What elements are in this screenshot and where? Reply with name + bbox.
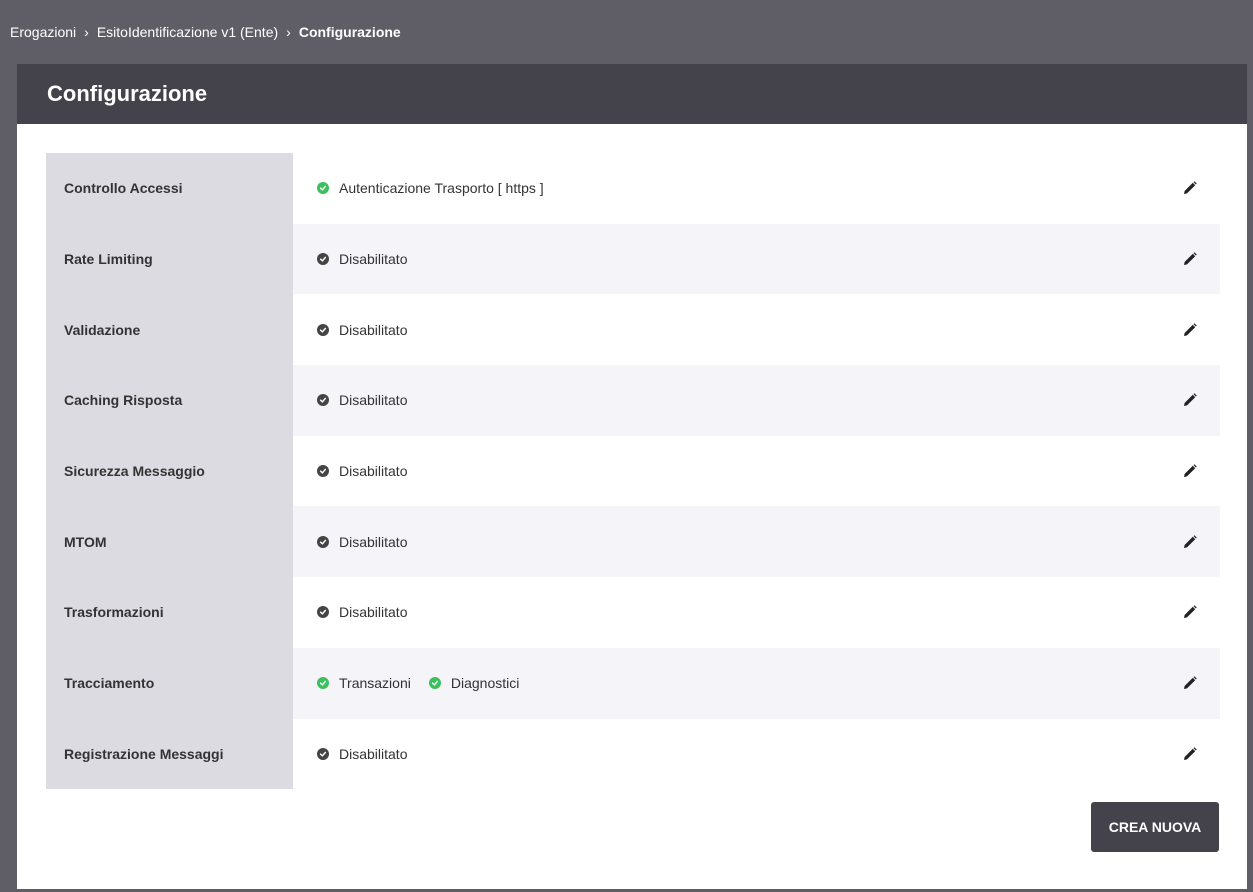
status-item: Disabilitato [317, 251, 407, 267]
status-text: Transazioni [339, 675, 411, 692]
pencil-icon[interactable] [1182, 675, 1198, 691]
status-item: Disabilitato [317, 604, 407, 620]
check-circle-icon [317, 394, 329, 407]
status-item: Disabilitato [317, 534, 407, 550]
pencil-icon[interactable] [1182, 746, 1198, 762]
status-item: Disabilitato [317, 463, 407, 479]
row-label: Caching Risposta [46, 365, 293, 436]
breadcrumb-separator: › [286, 24, 291, 40]
pencil-icon[interactable] [1182, 322, 1198, 338]
table-row: Controllo Accessi Autenticazione Trasport… [46, 153, 1220, 224]
status-item: Disabilitato [317, 746, 407, 762]
row-value: Disabilitato [293, 435, 1220, 507]
row-label: Tracciamento [46, 647, 293, 719]
row-value: Disabilitato [293, 718, 1220, 790]
status-text: Diagnostici [450, 675, 520, 692]
status-item: Disabilitato [317, 322, 407, 338]
breadcrumb-item-erogazioni[interactable]: Erogazioni [10, 24, 76, 40]
row-value: Transazioni Diagnostici [293, 647, 1220, 719]
check-circle-icon [317, 182, 329, 195]
breadcrumb-current: Configurazione [298, 24, 401, 40]
row-value: Autenticazione Trasporto [ https ] [293, 153, 1220, 224]
status-text: Disabilitato [339, 251, 408, 268]
row-label: Controllo Accessi [46, 153, 293, 224]
check-circle-icon [317, 535, 329, 548]
status-text: Disabilitato [339, 745, 408, 762]
check-circle-icon [317, 323, 329, 336]
breadcrumb: Erogazioni › EsitoIdentificazione v1 (En… [0, 0, 1253, 64]
row-label: Rate Limiting [46, 223, 293, 295]
pencil-icon[interactable] [1182, 392, 1198, 408]
table-row: Rate Limiting Disabilitato [46, 223, 1220, 295]
row-value: Disabilitato [293, 223, 1220, 295]
row-label: Sicurezza Messaggio [46, 435, 293, 507]
table-row: Sicurezza Messaggio Disabilitato [46, 435, 1220, 507]
table-row: Tracciamento Transazioni Diagnostici [46, 647, 1220, 719]
create-new-button[interactable]: CREA NUOVA [1091, 802, 1219, 852]
breadcrumb-item-api[interactable]: EsitoIdentificazione v1 (Ente) [97, 24, 278, 40]
table-row: Trasformazioni Disabilitato [46, 577, 1220, 648]
row-value: Disabilitato [293, 577, 1220, 648]
status-item: Transazioni [317, 675, 411, 691]
pencil-icon[interactable] [1182, 534, 1198, 550]
status-text: Autenticazione Trasporto [ https ] [339, 180, 544, 197]
row-value: Disabilitato [293, 294, 1220, 366]
status-item: Diagnostici [428, 675, 520, 692]
row-label: Registrazione Messaggi [46, 718, 293, 790]
row-label: MTOM [46, 506, 293, 578]
row-value: Disabilitato [293, 365, 1220, 436]
pencil-icon[interactable] [1182, 463, 1198, 479]
check-circle-icon [317, 606, 329, 619]
table-row: Registrazione Messaggi Disabilitato [46, 718, 1220, 790]
row-label: Trasformazioni [46, 577, 293, 648]
table-row: Validazione Disabilitato [46, 294, 1220, 366]
pencil-icon[interactable] [1182, 251, 1198, 267]
status-text: Disabilitato [339, 463, 408, 480]
check-circle-icon [317, 253, 329, 266]
breadcrumb-separator: › [84, 24, 89, 40]
page-title: Configurazione [17, 64, 1247, 124]
pencil-icon[interactable] [1182, 180, 1198, 196]
status-text: Disabilitato [339, 533, 408, 550]
row-value: Disabilitato [293, 506, 1220, 578]
pencil-icon[interactable] [1182, 604, 1198, 620]
status-item: Autenticazione Trasporto [ https ] [317, 180, 544, 196]
check-circle-icon [317, 747, 329, 760]
check-circle-icon [428, 677, 441, 690]
check-circle-icon [317, 465, 329, 478]
table-row: MTOM Disabilitato [46, 506, 1220, 578]
status-text: Disabilitato [339, 392, 408, 409]
status-text: Disabilitato [339, 604, 408, 621]
check-circle-icon [317, 677, 329, 690]
status-text: Disabilitato [339, 321, 408, 338]
row-label: Validazione [46, 294, 293, 366]
status-item: Disabilitato [317, 392, 407, 408]
configuration-table: Controllo Accessi Autenticazione Trasport… [46, 153, 1220, 790]
table-row: Caching Risposta Disabilitato [46, 365, 1220, 436]
